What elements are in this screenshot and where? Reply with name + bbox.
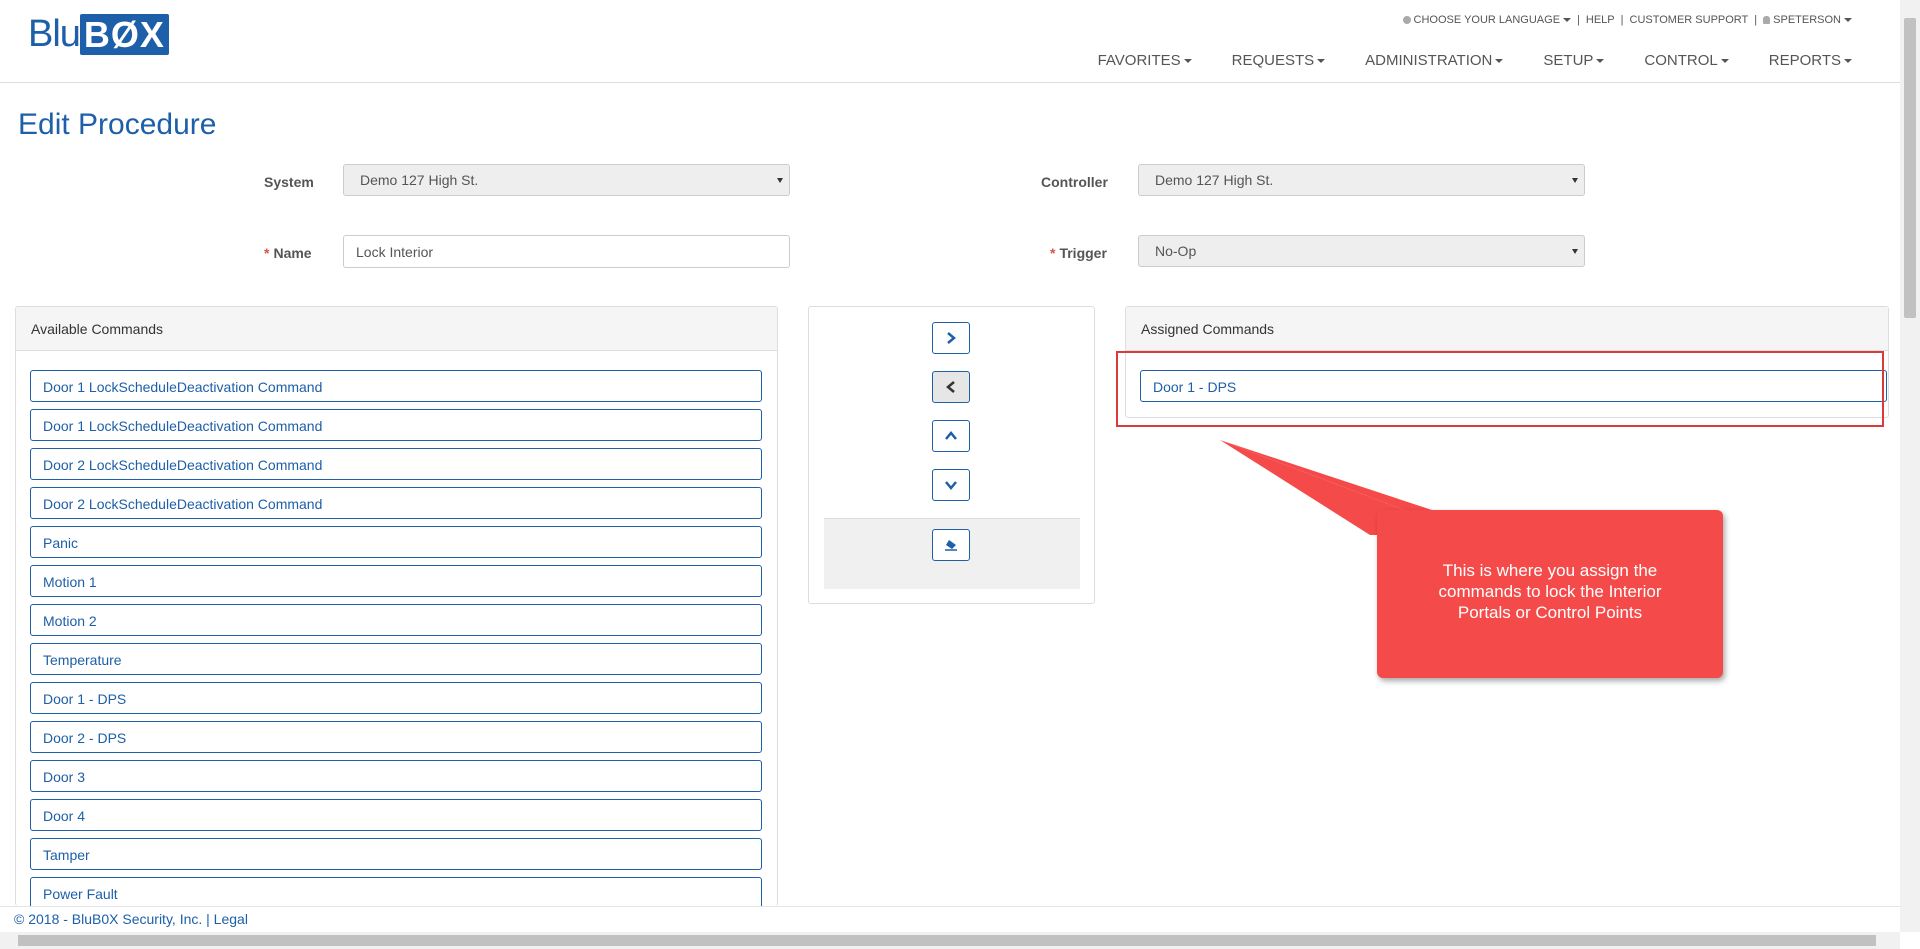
caret-down-icon (1596, 59, 1605, 64)
separator: | (1577, 14, 1580, 26)
logo-text-blu: Blu (28, 13, 81, 55)
user-menu[interactable]: SPETERSON (1763, 14, 1852, 26)
system-select[interactable]: Demo 127 High St. (343, 164, 790, 196)
annotation-callout: This is where you assign the commands to… (1377, 510, 1723, 678)
caret-down-icon (1495, 59, 1504, 64)
chevron-down-icon (945, 481, 957, 490)
footer: © 2018 - BluB0X Security, Inc. | Legal (0, 906, 1900, 930)
nav-label: REQUESTS (1231, 52, 1315, 69)
move-up-button[interactable] (932, 420, 970, 452)
available-commands-panel: Available Commands Door 1 LockScheduleDe… (15, 306, 778, 906)
separator: | (1620, 14, 1624, 26)
name-input[interactable]: Lock Interior (343, 235, 790, 268)
trigger-label-text: Trigger (1059, 245, 1107, 261)
dropdown-arrow-icon (1572, 178, 1578, 183)
available-commands-title: Available Commands (16, 307, 777, 351)
controller-label: Controller (1041, 174, 1108, 190)
trigger-select-value: No-Op (1155, 243, 1197, 259)
chevron-up-icon (945, 431, 957, 440)
header: Blu BØX CHOOSE YOUR LANGUAGE | HELP | CU… (0, 0, 1900, 83)
clear-button[interactable] (932, 529, 970, 561)
legal-link[interactable]: Legal (214, 911, 248, 927)
dropdown-arrow-icon (1572, 249, 1578, 254)
system-label: System (264, 174, 314, 190)
command-item[interactable]: Motion 2 (30, 604, 762, 636)
command-item[interactable]: Temperature (30, 643, 762, 675)
top-links: CHOOSE YOUR LANGUAGE | HELP | CUSTOMER S… (1402, 14, 1852, 26)
command-item[interactable]: Door 1 LockScheduleDeactivation Command (30, 409, 762, 441)
command-item[interactable]: Door 2 LockScheduleDeactivation Command (30, 487, 762, 519)
transfer-controls-panel (808, 306, 1095, 604)
user-icon (1763, 16, 1771, 25)
caret-down-icon (1720, 59, 1729, 64)
move-right-button[interactable] (932, 322, 970, 354)
nav-label: FAVORITES (1097, 52, 1181, 69)
command-item[interactable]: Tamper (30, 838, 762, 870)
required-marker: * (264, 245, 270, 261)
caret-down-icon (1844, 18, 1852, 23)
user-name: SPETERSON (1773, 14, 1841, 26)
caret-down-icon (1183, 59, 1192, 64)
chevron-right-icon (947, 332, 956, 344)
trigger-label: * Trigger (1050, 245, 1107, 261)
vertical-scrollbar[interactable] (1900, 0, 1920, 932)
blubox-logo[interactable]: Blu BØX (28, 14, 169, 55)
caret-down-icon (1317, 59, 1326, 64)
controller-select[interactable]: Demo 127 High St. (1138, 164, 1585, 196)
command-item[interactable]: Door 3 (30, 760, 762, 792)
controller-select-value: Demo 127 High St. (1155, 172, 1274, 188)
command-item[interactable]: Door 1 - DPS (30, 682, 762, 714)
required-marker: * (1050, 245, 1056, 261)
nav-favorites[interactable]: FAVORITES (1098, 52, 1192, 69)
nav-label: SETUP (1543, 52, 1594, 69)
customer-support-link[interactable]: CUSTOMER SUPPORT (1630, 14, 1749, 26)
nav-label: REPORTS (1768, 52, 1841, 69)
chevron-left-icon (946, 381, 955, 393)
command-item[interactable]: Motion 1 (30, 565, 762, 597)
nav-control[interactable]: CONTROL (1644, 52, 1729, 69)
name-label-text: Name (273, 245, 312, 261)
move-down-button[interactable] (932, 469, 970, 501)
nav-reports[interactable]: REPORTS (1769, 52, 1852, 69)
nav-administration[interactable]: ADMINISTRATION (1365, 52, 1504, 69)
separator: | (1754, 14, 1758, 26)
nav-setup[interactable]: SETUP (1543, 52, 1605, 69)
trigger-select[interactable]: No-Op (1138, 235, 1585, 267)
language-selector[interactable]: CHOOSE YOUR LANGUAGE (1402, 14, 1572, 26)
nav-label: CONTROL (1644, 52, 1718, 69)
globe-icon (1402, 16, 1411, 25)
command-item[interactable]: Door 1 LockScheduleDeactivation Command (30, 370, 762, 402)
system-select-value: Demo 127 High St. (360, 172, 479, 188)
main-nav: FAVORITES REQUESTS ADMINISTRATION SETUP … (1098, 52, 1852, 69)
copyright-text: © 2018 - BluB0X Security, Inc. | (14, 911, 214, 927)
command-item[interactable]: Door 2 - DPS (30, 721, 762, 753)
name-input-value: Lock Interior (356, 244, 434, 260)
nav-label: ADMINISTRATION (1365, 52, 1493, 69)
vertical-scrollbar-thumb[interactable] (1904, 18, 1916, 318)
move-left-button[interactable] (932, 371, 970, 403)
command-item[interactable]: Door 2 LockScheduleDeactivation Command (30, 448, 762, 480)
dropdown-arrow-icon (777, 178, 783, 183)
page-title: Edit Procedure (18, 108, 217, 141)
caret-down-icon (1563, 18, 1572, 23)
caret-down-icon (1844, 59, 1852, 64)
nav-requests[interactable]: REQUESTS (1232, 52, 1326, 69)
name-label: * Name (264, 245, 312, 261)
eraser-icon (945, 540, 957, 551)
command-item[interactable]: Power Fault (30, 877, 762, 906)
horizontal-scrollbar-thumb[interactable] (18, 935, 1876, 946)
command-item[interactable]: Door 4 (30, 799, 762, 831)
horizontal-scrollbar[interactable] (0, 932, 1900, 949)
help-link[interactable]: HELP (1586, 14, 1615, 26)
assigned-commands-title: Assigned Commands (1126, 307, 1888, 351)
command-item[interactable]: Panic (30, 526, 762, 558)
annotation-highlight (1116, 351, 1884, 427)
logo-text-box: BØX (79, 14, 169, 55)
language-label: CHOOSE YOUR LANGUAGE (1413, 14, 1561, 26)
